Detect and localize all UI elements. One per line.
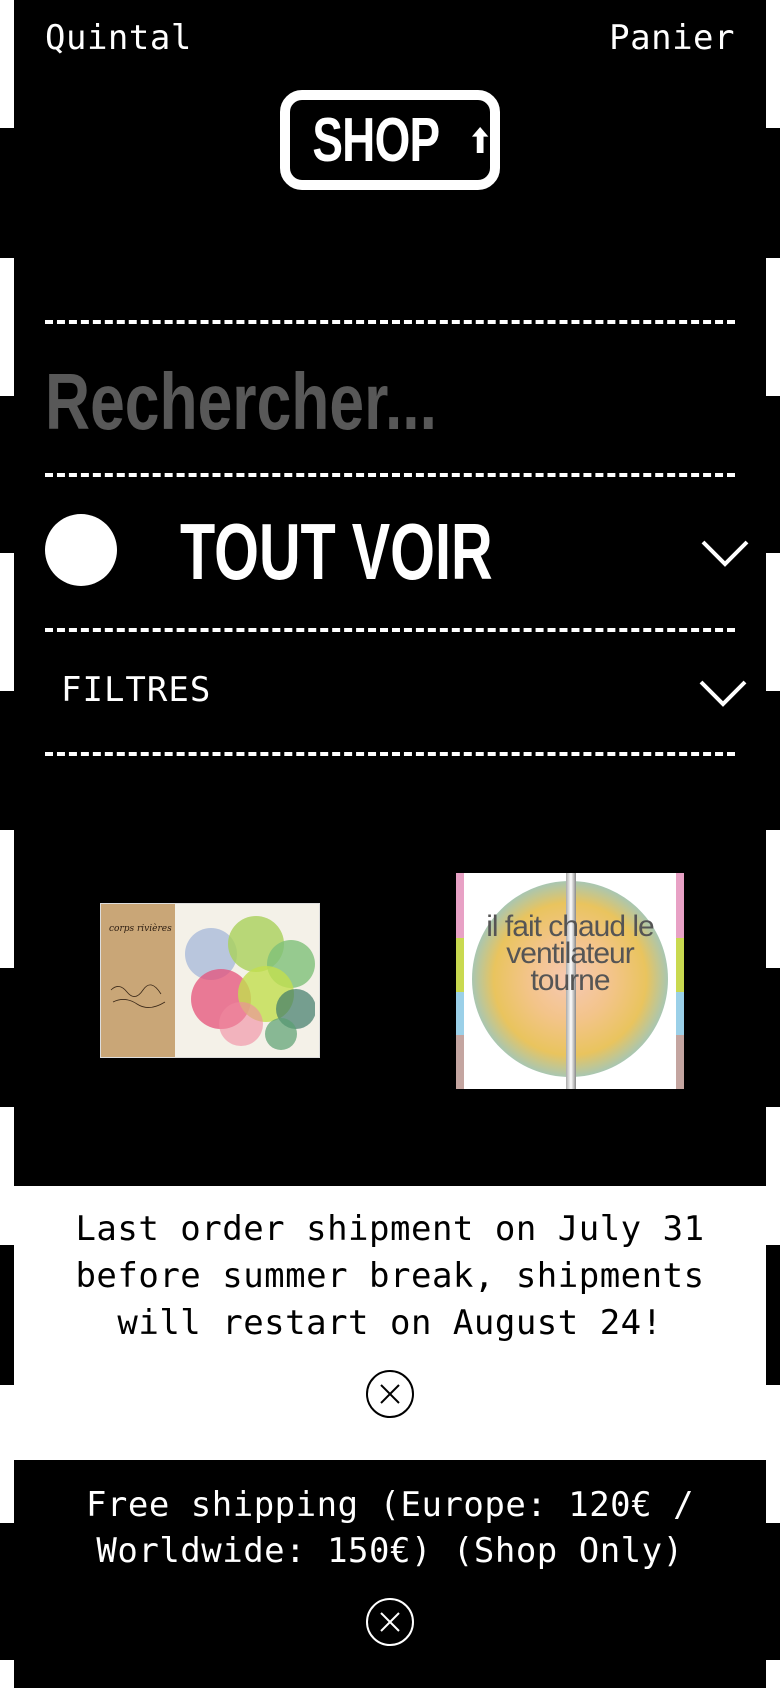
filters-toggle[interactable]: FILTRES	[45, 664, 747, 718]
edge-stripe	[766, 553, 780, 691]
edge-stripe	[766, 830, 780, 968]
close-icon	[380, 1612, 400, 1632]
arrow-up-icon	[471, 126, 489, 154]
edge-stripe	[766, 0, 780, 128]
divider	[45, 752, 735, 756]
edge-stripe	[766, 258, 780, 396]
filters-label: FILTRES	[61, 670, 212, 710]
edge-stripe	[0, 830, 14, 968]
shop-logo-text: SHOP	[312, 105, 440, 175]
category-select[interactable]: TOUT VOIR	[45, 507, 749, 596]
shop-logo[interactable]: SHOP	[280, 90, 500, 190]
divider	[45, 628, 735, 632]
edge-stripe	[0, 1660, 14, 1688]
chevron-down-icon	[701, 540, 749, 567]
edge-stripe	[0, 1107, 14, 1245]
divider	[45, 320, 735, 324]
edge-stripe	[0, 258, 14, 396]
chevron-down-icon	[699, 680, 747, 707]
free-shipping-text: Free shipping (Europe: 120€ / Worldwide:…	[85, 1485, 695, 1571]
book-cover-title: il fait chaud le ventilateur tourne	[486, 910, 654, 997]
edge-stripe	[766, 1107, 780, 1245]
shipping-close-button[interactable]	[366, 1598, 414, 1646]
book-cover-title: corps rivières	[109, 924, 172, 934]
edge-stripe	[766, 1385, 780, 1523]
edge-stripe	[0, 1385, 14, 1523]
category-dot-icon	[45, 514, 117, 586]
edge-stripe	[766, 1660, 780, 1688]
category-label: TOUT VOIR	[180, 507, 493, 596]
notice-close-button[interactable]	[366, 1370, 414, 1418]
edge-stripe	[0, 0, 14, 128]
product-image[interactable]: corps rivières	[100, 903, 320, 1058]
notice-text: Last order shipment on July 31 before su…	[75, 1209, 705, 1343]
book-cover-text	[109, 980, 169, 1022]
edge-stripe	[0, 553, 14, 691]
product-image[interactable]: il fait chaud le ventilateur tourne	[456, 873, 684, 1089]
cart-link[interactable]: Panier	[609, 18, 735, 58]
shop-page: Quintal Panier SHOP Rechercher... TOUT V…	[14, 0, 766, 1688]
close-icon	[380, 1384, 400, 1404]
shipment-notice: Last order shipment on July 31 before su…	[14, 1186, 766, 1460]
search-input[interactable]	[45, 348, 735, 448]
brand-link[interactable]: Quintal	[45, 18, 192, 58]
watercolor-illustration	[185, 916, 315, 1050]
divider	[45, 473, 735, 477]
